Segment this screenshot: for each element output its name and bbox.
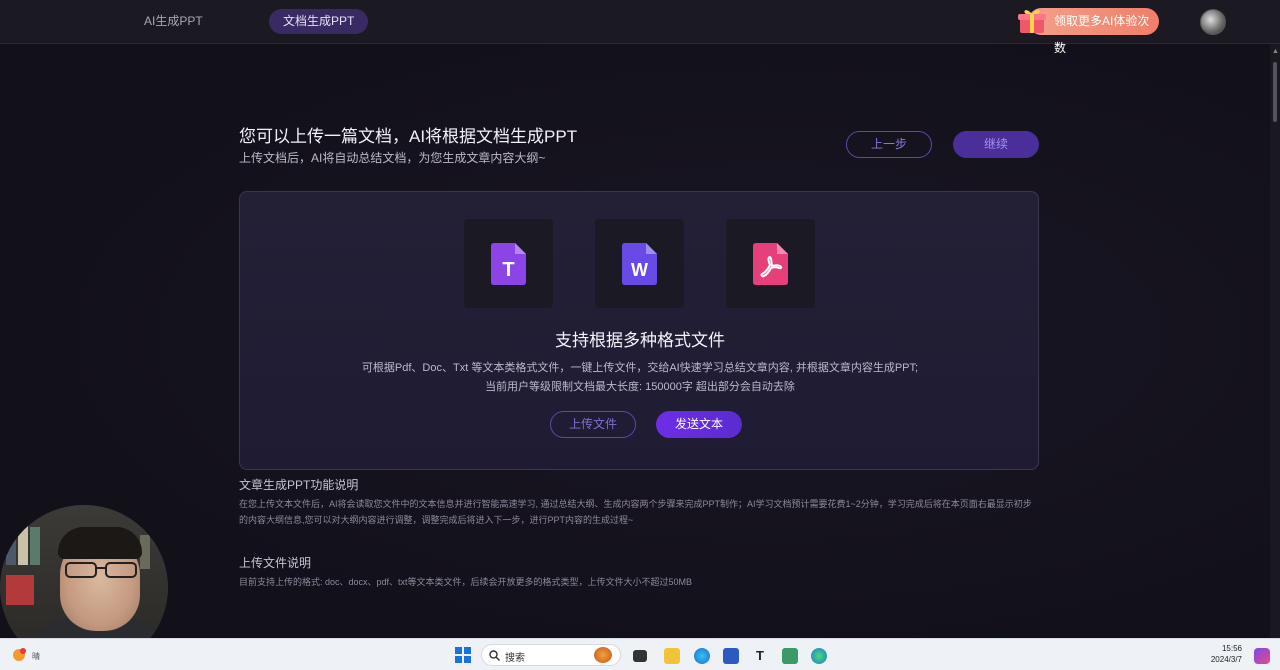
txt-format-tile: T [464,219,553,308]
page-title: 您可以上传一篇文档，AI将根据文档生成PPT [239,127,578,146]
continue-button[interactable]: 继续 [953,131,1039,158]
send-text-button[interactable]: 发送文本 [656,411,742,438]
glasses-icon [65,562,137,578]
taskbar-search[interactable]: 搜索 [481,644,621,666]
feature-description-title: 文章生成PPT功能说明 [239,478,359,492]
doc-format-tile: W [595,219,684,308]
pdf-file-icon [753,243,788,285]
upload-description-title: 上传文件说明 [239,556,312,570]
browser-icon[interactable] [811,648,827,664]
upload-description-text: 目前支持上传的格式: doc、docx、pdf、txt等文本类文件，后续会开放更… [239,577,693,587]
word-file-icon: W [622,243,657,285]
weather-text: 晴 [32,652,40,661]
search-icon [489,650,500,661]
tab-doc-ppt[interactable]: 文档生成PPT [269,9,369,34]
book-spine [6,575,34,605]
page-scrollbar[interactable]: ▲ [1270,44,1280,638]
book-spine [6,525,16,565]
user-avatar[interactable] [1200,9,1226,35]
clock-time: 15:56 [1221,644,1242,653]
prev-step-button[interactable]: 上一步 [846,131,932,158]
scrollbar-thumb[interactable] [1273,62,1277,122]
typora-icon[interactable]: T [752,648,768,664]
upload-file-button[interactable]: 上传文件 [550,411,636,438]
word-letter: W [631,260,648,280]
app-window: AI生成PPT 文档生成PPT 领取更多AI体验次数 ▲ 您可以上传一篇文档，A… [0,0,1280,670]
system-clock[interactable]: 15:56 2024/3/7 [1206,643,1242,665]
card-length-limit: 当前用户等级限制文档最大长度: 150000字 超出部分会自动去除 [485,381,795,393]
windows-start-icon[interactable] [455,647,471,663]
txt-letter: T [502,259,514,281]
card-description: 可根据Pdf、Doc、Txt 等文本类格式文件，一键上传文件，交给AI快速学习总… [361,362,919,374]
top-nav-bar: AI生成PPT 文档生成PPT 领取更多AI体验次数 [0,0,1280,55]
task-view-icon[interactable] [633,650,647,662]
file-explorer-icon[interactable] [664,648,680,664]
gift-icon [1018,10,1046,33]
page-subtitle: 上传文档后，AI将自动总结文档，为您生成文章内容大纲~ [239,151,546,165]
windows-taskbar: 晴 搜索 T 15:56 2024/3/7 [0,638,1280,670]
card-title: 支持根据多种格式文件 [555,331,725,350]
edge-browser-icon[interactable] [694,648,710,664]
clock-date: 2024/3/7 [1210,655,1242,664]
copilot-icon[interactable] [1254,648,1270,664]
search-highlight-icon [594,647,612,663]
search-placeholder: 搜索 [505,653,525,664]
pdf-format-tile [726,219,815,308]
person-hair [58,527,142,559]
scroll-up-icon[interactable]: ▲ [1272,48,1279,55]
tab-ai-ppt[interactable]: AI生成PPT [130,9,217,34]
txt-file-icon: T [491,243,526,285]
upload-card: T W 支持根据多种格式文件 可根据Pdf、Doc、Txt 等文本类格式文件，一… [239,191,1039,470]
book-spine [30,527,40,565]
notes-app-icon[interactable] [782,648,798,664]
feature-description-text: 在您上传文本文件后，AI将会读取您文件中的文本信息并进行智能高速学习, 通过总结… [239,499,1032,525]
weather-icon[interactable] [12,648,26,662]
book-spine [18,523,28,565]
store-icon[interactable] [723,648,739,664]
